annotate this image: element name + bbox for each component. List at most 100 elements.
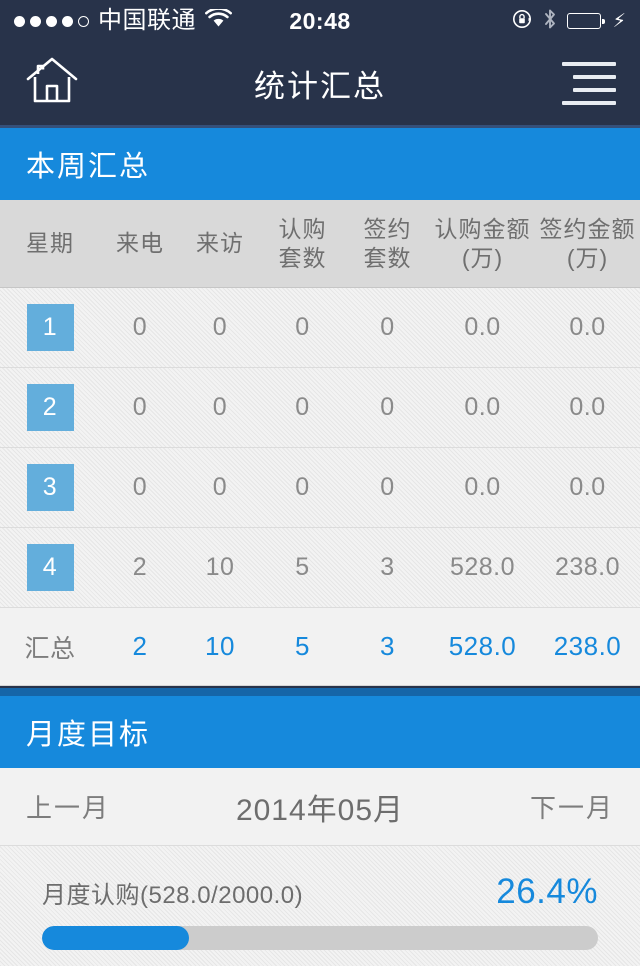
column-header-weekday: 星期 bbox=[0, 229, 100, 258]
cell-weekday: 2 bbox=[0, 384, 100, 431]
cell-visits: 10 bbox=[205, 553, 235, 581]
column-header-subscribed-units-line1: 认购 bbox=[278, 215, 327, 242]
wifi-icon bbox=[205, 6, 232, 34]
next-month-button[interactable]: 下一月 bbox=[530, 788, 614, 825]
monthly-target-title: 月度目标 bbox=[26, 719, 151, 751]
signal-dot-5 bbox=[78, 15, 89, 27]
monthly-progress-bar bbox=[42, 926, 598, 950]
signal-dot-3 bbox=[46, 15, 57, 27]
monthly-target-header: 月度目标 bbox=[0, 696, 640, 768]
cell-signed-amount: 0.0 bbox=[569, 473, 606, 501]
table-row[interactable]: 3 0 0 0 0 0.0 0.0 bbox=[0, 448, 640, 528]
monthly-progress-percent: 26.4% bbox=[496, 872, 598, 911]
cell-visits: 0 bbox=[212, 473, 228, 501]
table-row[interactable]: 2 0 0 0 0 0.0 0.0 bbox=[0, 368, 640, 448]
section-divider bbox=[0, 686, 640, 696]
signal-dot-1 bbox=[14, 15, 25, 27]
day-badge: 2 bbox=[26, 384, 74, 431]
cell-weekday: 3 bbox=[0, 464, 100, 511]
cell-weekday: 4 bbox=[0, 544, 100, 591]
column-header-subscribed-units: 认购 套数 bbox=[260, 215, 345, 273]
hamburger-menu-icon bbox=[562, 62, 616, 105]
cell-signed-units: 3 bbox=[380, 553, 395, 581]
table-total-row: 汇总 2 10 5 3 528.0 238.0 bbox=[0, 608, 640, 686]
column-header-calls-line1: 来电 bbox=[116, 230, 164, 256]
total-visits: 10 bbox=[205, 631, 235, 661]
cell-signed-amount: 238.0 bbox=[554, 553, 621, 581]
cell-signed-units: 0 bbox=[380, 473, 395, 501]
cell-weekday: 1 bbox=[0, 304, 100, 351]
previous-month-button[interactable]: 上一月 bbox=[26, 788, 110, 825]
status-bar-left: 中国联通 bbox=[14, 6, 232, 34]
bluetooth-icon bbox=[543, 8, 557, 35]
total-subscribed-units: 5 bbox=[295, 631, 310, 661]
total-label: 汇总 bbox=[24, 634, 76, 663]
monthly-progress-fill bbox=[42, 926, 189, 950]
table-row[interactable]: 4 2 10 5 3 528.0 238.0 bbox=[0, 528, 640, 608]
day-badge: 1 bbox=[26, 304, 74, 351]
column-header-signed-amount-line2: (万) bbox=[566, 244, 609, 271]
column-header-subscribed-units-line2: 套数 bbox=[278, 244, 327, 271]
column-header-signed-units: 签约 套数 bbox=[345, 215, 430, 273]
home-icon bbox=[24, 55, 80, 112]
signal-dot-4 bbox=[62, 15, 73, 27]
charging-bolt-icon: ⚡ bbox=[612, 10, 626, 32]
table-header-row: 星期 来电 来访 认购 套数 签约 套数 认购金额 (万) 签约金额 (万) bbox=[0, 200, 640, 288]
monthly-progress-header: 月度认购(528.0/2000.0) 26.4% bbox=[42, 872, 598, 912]
cell-subscribed-amount: 0.0 bbox=[464, 393, 501, 421]
column-header-signed-units-line2: 套数 bbox=[363, 244, 412, 271]
signal-dot-2 bbox=[30, 15, 41, 27]
cell-subscribed-amount: 0.0 bbox=[464, 313, 501, 341]
cell-calls: 2 bbox=[132, 553, 148, 581]
navigation-bar: 统计汇总 bbox=[0, 42, 640, 128]
cell-subscribed-amount: 0.0 bbox=[464, 473, 501, 501]
cell-signed-units: 0 bbox=[380, 313, 395, 341]
cell-subscribed-amount: 528.0 bbox=[449, 553, 516, 581]
cell-subscribed-units: 0 bbox=[295, 393, 310, 421]
cell-visits: 0 bbox=[212, 393, 228, 421]
cell-subscribed-units: 5 bbox=[295, 553, 310, 581]
column-header-signed-units-line1: 签约 bbox=[363, 215, 412, 242]
menu-button[interactable] bbox=[562, 62, 616, 105]
home-button[interactable] bbox=[24, 55, 80, 112]
column-header-signed-amount-line1: 签约金额 bbox=[539, 215, 636, 242]
total-signed-amount: 238.0 bbox=[553, 631, 622, 661]
column-header-weekday-line1: 星期 bbox=[26, 230, 74, 256]
table-row[interactable]: 1 0 0 0 0 0.0 0.0 bbox=[0, 288, 640, 368]
cell-signed-units: 0 bbox=[380, 393, 395, 421]
column-header-visits: 来访 bbox=[180, 229, 260, 258]
status-bar-right: ⚡ bbox=[511, 8, 626, 35]
monthly-progress-label: 月度认购(528.0/2000.0) bbox=[42, 882, 304, 909]
column-header-subscribed-amount: 认购金额 (万) bbox=[430, 215, 535, 273]
battery-icon bbox=[566, 13, 605, 29]
total-signed-units: 3 bbox=[380, 631, 395, 661]
cell-calls: 0 bbox=[132, 393, 148, 421]
signal-strength-dots bbox=[14, 15, 89, 27]
column-header-visits-line1: 来访 bbox=[196, 230, 244, 256]
cell-calls: 0 bbox=[132, 473, 148, 501]
monthly-progress-section: 月度认购(528.0/2000.0) 26.4% bbox=[0, 846, 640, 966]
column-header-subscribed-amount-line1: 认购金额 bbox=[434, 215, 531, 242]
day-badge: 3 bbox=[26, 464, 74, 511]
column-header-calls: 来电 bbox=[100, 229, 180, 258]
cell-calls: 0 bbox=[132, 313, 148, 341]
cell-signed-amount: 0.0 bbox=[569, 313, 606, 341]
cell-signed-amount: 0.0 bbox=[569, 393, 606, 421]
month-navigator: 上一月 2014年05月 下一月 bbox=[0, 768, 640, 846]
cell-subscribed-units: 0 bbox=[295, 473, 310, 501]
carrier-name: 中国联通 bbox=[98, 7, 196, 34]
page-title: 统计汇总 bbox=[254, 69, 386, 104]
week-summary-title: 本周汇总 bbox=[26, 151, 151, 183]
cell-subscribed-units: 0 bbox=[295, 313, 310, 341]
status-bar: 中国联通 20:48 ⚡ bbox=[0, 0, 640, 42]
column-header-signed-amount: 签约金额 (万) bbox=[535, 215, 640, 273]
total-subscribed-amount: 528.0 bbox=[448, 631, 517, 661]
day-badge: 4 bbox=[26, 544, 74, 591]
week-summary-header: 本周汇总 bbox=[0, 128, 640, 200]
week-summary-table: 星期 来电 来访 认购 套数 签约 套数 认购金额 (万) 签约金额 (万) 1 bbox=[0, 200, 640, 686]
table-body: 1 0 0 0 0 0.0 0.0 2 0 0 0 0 0.0 0.0 3 0 … bbox=[0, 288, 640, 608]
total-calls: 2 bbox=[132, 631, 148, 661]
rotation-lock-icon bbox=[511, 8, 533, 35]
column-header-subscribed-amount-line2: (万) bbox=[461, 244, 504, 271]
cell-visits: 0 bbox=[212, 313, 228, 341]
